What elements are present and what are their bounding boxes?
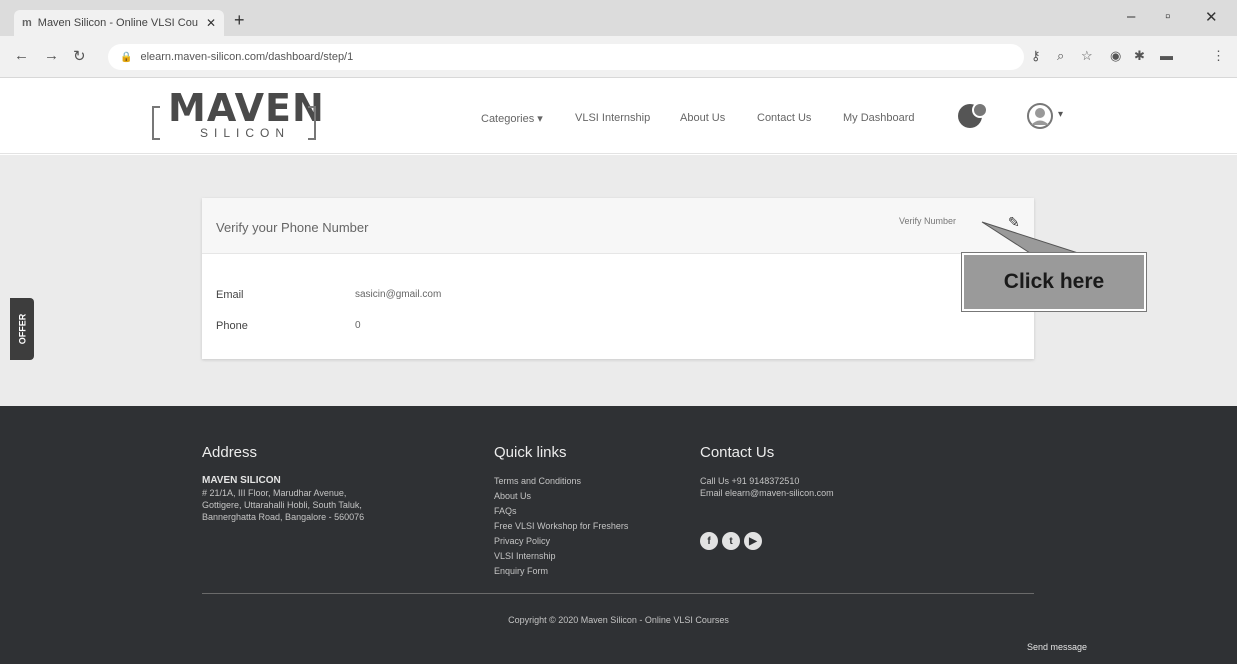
footer-contact-heading: Contact Us [700, 444, 775, 461]
logo-subtext: SILICON [200, 126, 291, 140]
offer-tab[interactable]: OFFER [10, 298, 34, 360]
footer-address-line: # 21/1A, III Floor, Marudhar Avenue, [202, 488, 347, 498]
verify-number-link[interactable]: Verify Number [899, 216, 956, 226]
footer-copyright: Copyright © 2020 Maven Silicon - Online … [508, 615, 729, 625]
callout-text: Click here [1003, 270, 1105, 293]
card-header: Verify your Phone Number Verify Number ✎ [202, 198, 1034, 254]
footer-email[interactable]: Email elearn@maven-silicon.com [700, 488, 834, 498]
site-footer: Address MAVEN SILICON # 21/1A, III Floor… [0, 406, 1237, 664]
nav-my-dashboard[interactable]: My Dashboard [843, 112, 915, 124]
back-icon[interactable]: ← [14, 47, 29, 64]
footer-address-line: Bannerghatta Road, Bangalore - 560076 [202, 512, 365, 522]
footer-link-enquiry[interactable]: Enquiry Form [494, 566, 548, 576]
user-notification-icon[interactable] [955, 99, 989, 133]
close-window-icon[interactable]: ✕ [1205, 8, 1218, 26]
url-text: elearn.maven-silicon.com/dashboard/step/… [140, 51, 354, 63]
new-tab-icon[interactable]: + [234, 10, 245, 31]
avatar-icon[interactable] [1026, 102, 1054, 130]
phone-value: 0 [355, 320, 361, 331]
logo-text: MAVEN [168, 86, 325, 130]
phone-label: Phone [216, 320, 248, 332]
profile-menu-icon[interactable]: ▬ [1160, 48, 1173, 63]
email-label: Email [216, 289, 244, 301]
reload-icon[interactable]: ↻ [73, 47, 86, 65]
chevron-down-icon[interactable]: ▾ [1058, 109, 1063, 120]
maximize-icon[interactable]: ▫ [1165, 8, 1170, 25]
footer-link-terms[interactable]: Terms and Conditions [494, 476, 581, 486]
nav-about-us[interactable]: About Us [680, 112, 725, 124]
bookmark-star-icon[interactable]: ☆ [1081, 48, 1093, 64]
youtube-icon[interactable]: ▶ [744, 532, 762, 550]
lock-icon: 🔒 [120, 51, 133, 63]
footer-link-workshop[interactable]: Free VLSI Workshop for Freshers [494, 521, 628, 531]
footer-link-faqs[interactable]: FAQs [494, 506, 517, 516]
zoom-icon[interactable]: ⌕ [1057, 48, 1064, 64]
browser-tab[interactable]: m Maven Silicon - Online VLSI Cou ✕ [14, 10, 224, 36]
browser-toolbar: ← → ↻ 🔒 elearn.maven-silicon.com/dashboa… [0, 36, 1237, 78]
address-bar[interactable]: 🔒 elearn.maven-silicon.com/dashboard/ste… [108, 44, 1024, 70]
footer-link-internship[interactable]: VLSI Internship [494, 551, 556, 561]
footer-address-heading: Address [202, 444, 258, 461]
nav-contact-us[interactable]: Contact Us [757, 112, 811, 124]
tab-title: Maven Silicon - Online VLSI Cou [37, 17, 198, 29]
footer-address-line: Gottigere, Uttarahalli Hobli, South Talu… [202, 500, 362, 510]
offer-tab-label: OFFER [17, 313, 27, 345]
site-header: MAVEN SILICON Categories ▾ VLSI Internsh… [0, 78, 1237, 154]
footer-link-privacy[interactable]: Privacy Policy [494, 536, 550, 546]
logo-bracket-left [152, 106, 160, 140]
logo-bracket-right [308, 106, 316, 140]
site-favicon-icon: m [22, 17, 32, 29]
footer-divider [202, 593, 1034, 594]
maven-silicon-logo[interactable]: MAVEN SILICON [150, 86, 324, 144]
card-title: Verify your Phone Number [216, 220, 369, 235]
close-tab-icon[interactable]: ✕ [206, 16, 216, 30]
kebab-menu-icon[interactable]: ⋮ [1212, 48, 1225, 64]
edit-pencil-icon[interactable]: ✎ [1008, 214, 1020, 231]
nav-categories[interactable]: Categories ▾ [481, 112, 543, 125]
footer-phone: Call Us +91 9148372510 [700, 476, 800, 486]
facebook-icon[interactable]: f [700, 532, 718, 550]
footer-quick-links-heading: Quick links [494, 444, 567, 461]
twitter-icon[interactable]: t [722, 532, 740, 550]
send-message-button[interactable]: Send message [1027, 642, 1087, 652]
nav-vlsi-internship[interactable]: VLSI Internship [575, 112, 650, 124]
key-icon[interactable]: ⚷ [1031, 48, 1041, 64]
browser-tab-bar: m Maven Silicon - Online VLSI Cou ✕ + – … [0, 0, 1237, 36]
email-value: sasicin@gmail.com [355, 289, 442, 300]
click-here-callout: Click here [961, 252, 1147, 312]
puzzle-icon[interactable]: ✱ [1134, 48, 1145, 64]
extension-icon[interactable]: ◉ [1110, 48, 1121, 64]
minimize-icon[interactable]: – [1127, 8, 1135, 25]
footer-link-about[interactable]: About Us [494, 491, 531, 501]
verify-phone-card: Verify your Phone Number Verify Number ✎… [202, 198, 1034, 359]
forward-icon[interactable]: → [44, 47, 59, 64]
footer-company-name: MAVEN SILICON [202, 475, 281, 486]
